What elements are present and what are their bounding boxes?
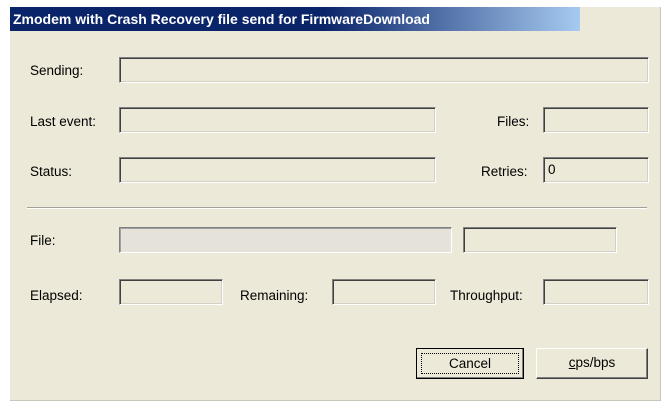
remaining-label: Remaining: bbox=[240, 288, 309, 303]
section-divider bbox=[27, 207, 647, 209]
cancel-button-label: Cancel bbox=[421, 353, 519, 374]
remaining-field bbox=[332, 279, 436, 305]
cps-bps-button[interactable]: cps/bps bbox=[536, 348, 648, 379]
file-label: File: bbox=[30, 233, 56, 248]
sending-field bbox=[119, 57, 649, 83]
files-label: Files: bbox=[497, 114, 530, 129]
retries-label: Retries: bbox=[481, 164, 528, 179]
last-event-field bbox=[119, 107, 436, 133]
cancel-button[interactable]: Cancel bbox=[416, 348, 524, 379]
files-field bbox=[543, 107, 649, 133]
file-size-field bbox=[463, 227, 617, 253]
file-name-field bbox=[119, 227, 452, 253]
status-label: Status: bbox=[30, 164, 73, 179]
elapsed-label: Elapsed: bbox=[30, 288, 83, 303]
dialog-title-bar[interactable]: Zmodem with Crash Recovery file send for… bbox=[10, 7, 580, 31]
dialog-title: Zmodem with Crash Recovery file send for… bbox=[13, 11, 430, 27]
retries-field: 0 bbox=[543, 157, 649, 183]
elapsed-field bbox=[119, 279, 223, 305]
last-event-label: Last event: bbox=[30, 114, 97, 129]
throughput-field bbox=[543, 279, 649, 305]
cps-bps-button-label: cps/bps bbox=[569, 355, 616, 370]
throughput-label: Throughput: bbox=[450, 288, 523, 303]
zmodem-dialog: Zmodem with Crash Recovery file send for… bbox=[10, 7, 661, 401]
cps-bps-rest: ps/bps bbox=[575, 355, 616, 370]
status-field bbox=[119, 157, 436, 183]
sending-label: Sending: bbox=[30, 63, 84, 78]
